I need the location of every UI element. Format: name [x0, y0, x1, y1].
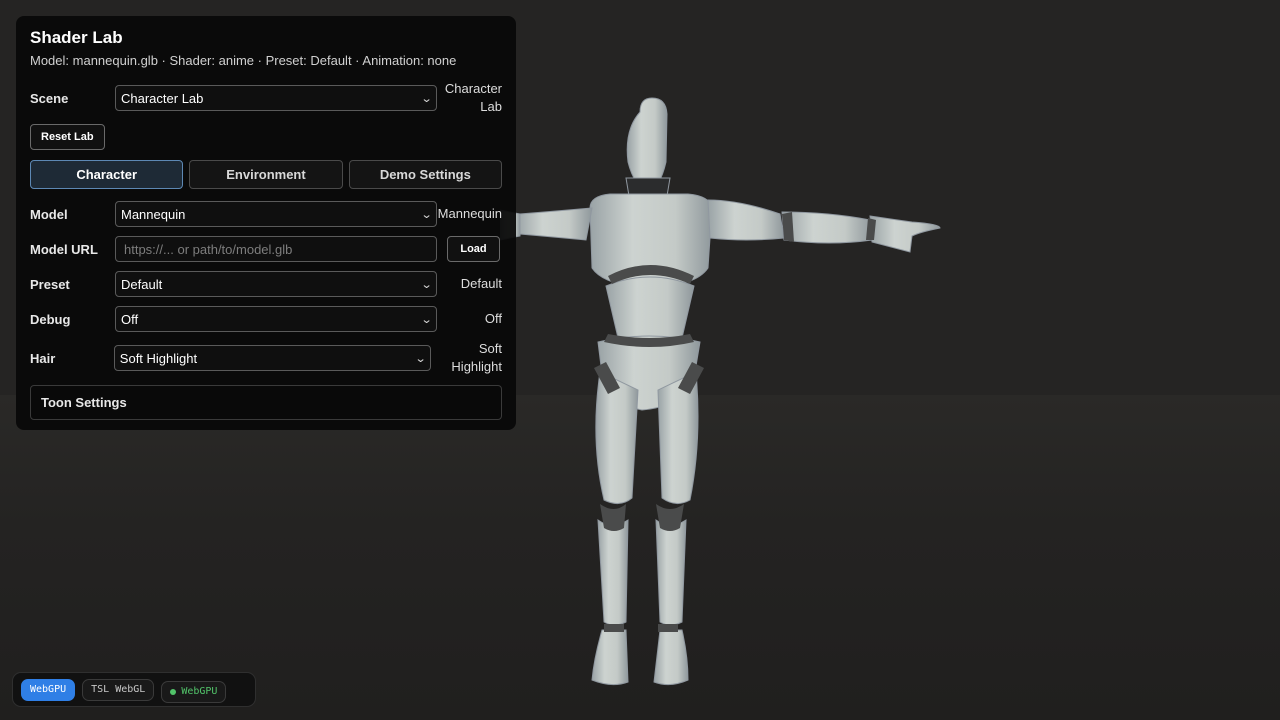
scene-select-value: Character Lab [121, 90, 204, 106]
preset-value: Default [460, 276, 502, 291]
debug-select[interactable]: Off ⌄ [115, 306, 437, 332]
debug-select-value: Off [121, 311, 139, 327]
panel-title: Shader Lab [30, 28, 123, 47]
tsl-webgl-renderer-button[interactable]: TSL WebGL [82, 678, 155, 701]
shader-lab-panel: Shader Lab Model: mannequin.glb · Shader… [16, 16, 516, 430]
chevron-down-icon: ⌄ [414, 352, 427, 365]
renderer-badge-bar: WebGPU TSL WebGL WebGPU [12, 672, 256, 707]
model-row: Model Mannequin ⌄ Mannequin [30, 200, 502, 228]
preset-select-value: Default [121, 276, 163, 292]
hair-value: Soft Highlight [451, 341, 503, 374]
renderer-status-label: WebGPU [181, 686, 218, 697]
scene-select[interactable]: Character Lab ⌄ [115, 85, 437, 111]
hair-label: Hair [30, 350, 56, 366]
model-select[interactable]: Mannequin ⌄ [115, 201, 437, 227]
model-value: Mannequin [437, 206, 502, 221]
load-button[interactable]: Load [447, 236, 500, 262]
toon-settings-section[interactable]: Toon Settings [30, 385, 502, 420]
scene-row: Scene Character Lab ⌄ Character Lab [30, 81, 502, 114]
tab-demo-settings[interactable]: Demo Settings [348, 160, 502, 189]
webgpu-renderer-button[interactable]: WebGPU [21, 678, 76, 701]
tab-environment[interactable]: Environment [189, 160, 343, 189]
scene-label: Scene [30, 90, 69, 106]
status-line: Model: mannequin.glb · Shader: anime · P… [30, 53, 457, 68]
preset-row: Preset Default ⌄ Default [30, 270, 502, 298]
preset-label: Preset [30, 276, 70, 292]
chevron-down-icon: ⌄ [420, 208, 433, 221]
debug-label: Debug [30, 311, 71, 327]
renderer-status-badge: WebGPU [161, 681, 227, 703]
debug-row: Debug Off ⌄ Off [30, 305, 502, 333]
panel-tabs: Character Environment Demo Settings [30, 160, 502, 189]
model-url-label: Model URL [30, 241, 98, 257]
model-label: Model [30, 206, 68, 222]
hair-select[interactable]: Soft Highlight ⌄ [113, 345, 432, 371]
debug-value: Off [484, 311, 502, 326]
chevron-down-icon: ⌄ [420, 278, 433, 291]
hair-row: Hair Soft Highlight ⌄ Soft Highlight [30, 341, 502, 374]
preset-select[interactable]: Default ⌄ [115, 271, 437, 297]
hair-select-value: Soft Highlight [119, 350, 198, 366]
chevron-down-icon: ⌄ [420, 92, 433, 105]
toon-settings-label: Toon Settings [41, 395, 127, 410]
tab-character[interactable]: Character [30, 160, 184, 189]
mannequin-model [500, 97, 941, 686]
chevron-down-icon: ⌄ [420, 313, 433, 326]
reset-lab-button[interactable]: Reset Lab [30, 124, 105, 150]
model-select-value: Mannequin [121, 206, 186, 222]
model-url-input[interactable] [115, 236, 437, 262]
status-dot-icon [170, 689, 177, 695]
scene-value: Character Lab [444, 81, 502, 114]
model-url-row: Model URL Load [30, 235, 502, 263]
